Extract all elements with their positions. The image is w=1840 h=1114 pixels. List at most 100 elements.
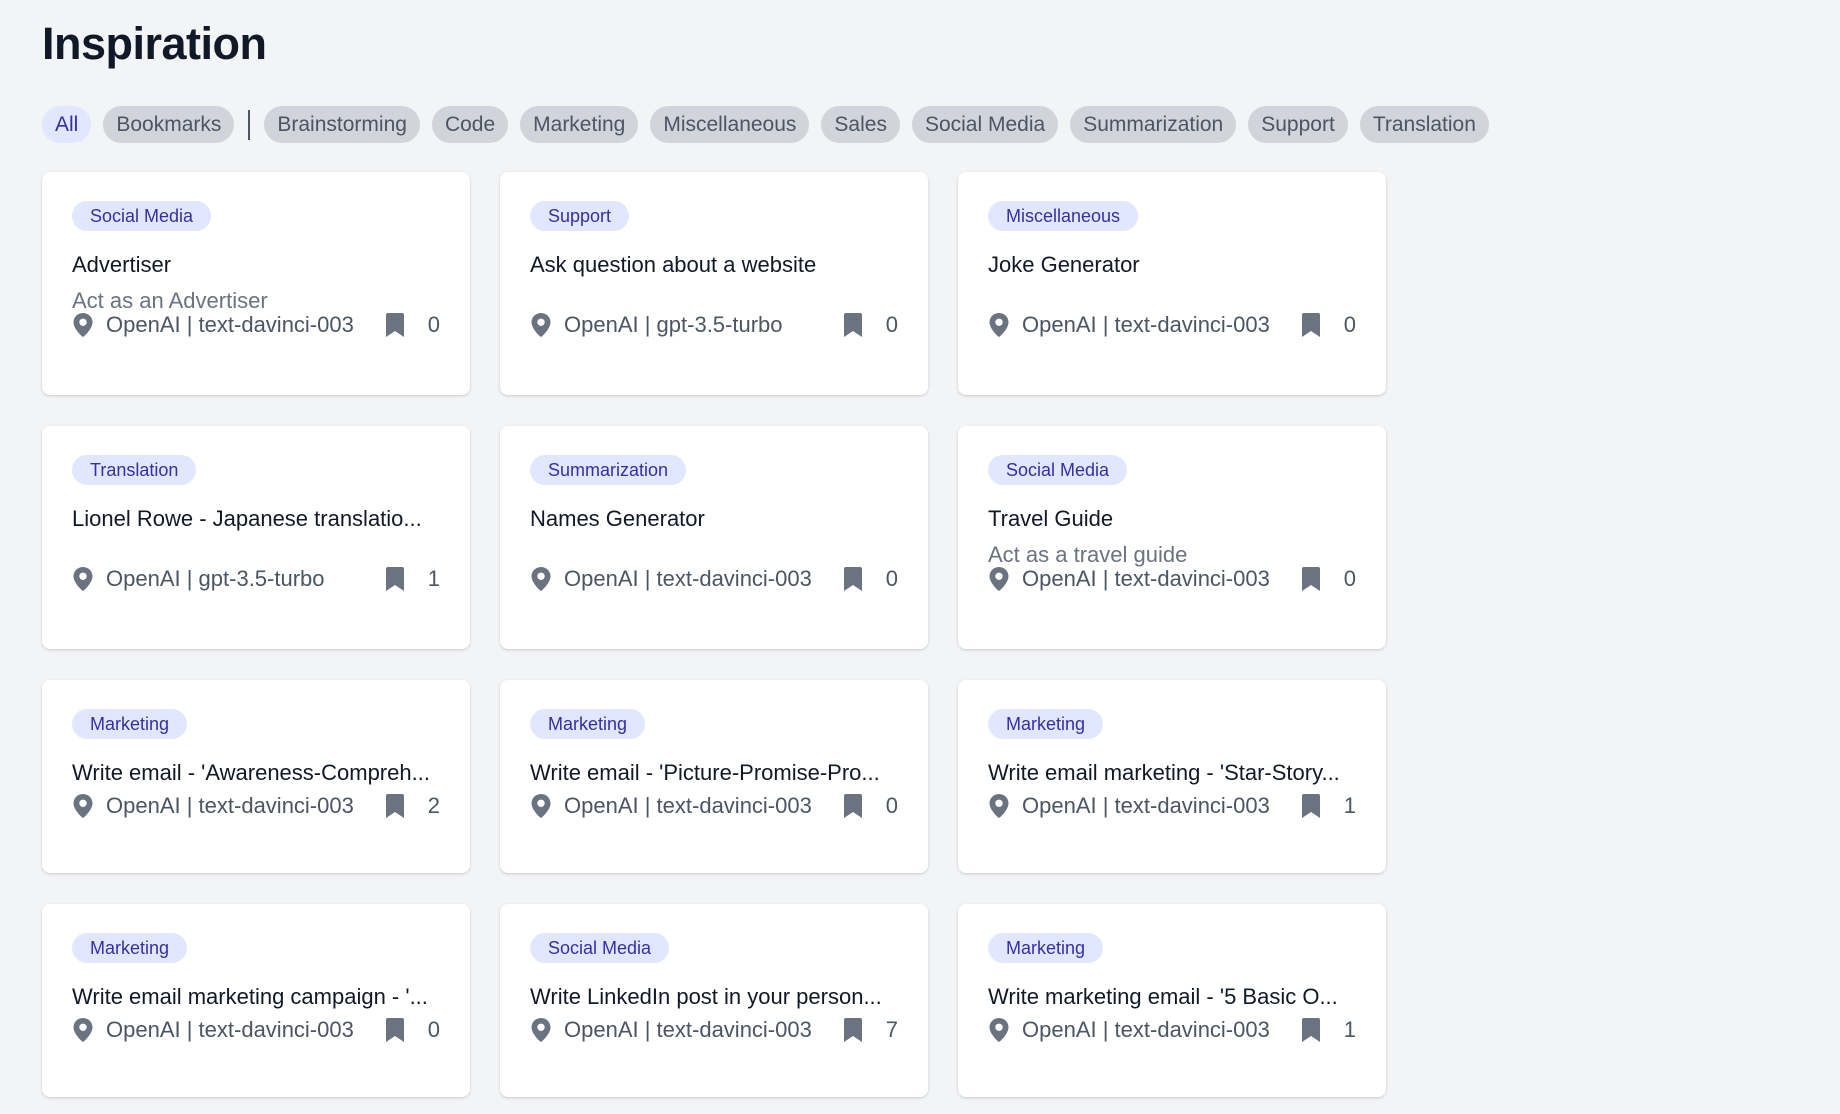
bookmark-count: 0 [885,312,898,337]
prompt-card-grid: Social Media Advertiser Act as an Advert… [42,172,1386,1097]
model-label: OpenAI | text-davinci-003 [1022,312,1270,337]
filter-code[interactable]: Code [431,106,509,143]
prompt-card[interactable]: Social Media Travel Guide Act as a trave… [958,426,1386,649]
prompt-card[interactable]: Marketing Write email - 'Picture-Promise… [500,680,928,873]
bookmark-icon[interactable] [1302,567,1320,591]
category-tag: Social Media [530,933,670,963]
category-tag: Marketing [530,709,646,739]
prompt-card[interactable]: Miscellaneous Joke Generator OpenAI | te… [958,172,1386,395]
filter-bookmarks[interactable]: Bookmarks [103,106,235,143]
category-tag: Social Media [72,201,212,231]
bookmark-count: 0 [427,312,440,337]
model-label: OpenAI | text-davinci-003 [106,1017,354,1042]
prompt-card[interactable]: Social Media Advertiser Act as an Advert… [42,172,470,395]
category-tag: Social Media [988,455,1128,485]
card-title: Joke Generator [988,252,1140,277]
category-tag: Marketing [72,709,188,739]
bookmark-count: 0 [427,1017,440,1042]
card-title: Write email - 'Picture-Promise-Pro... [530,760,880,785]
bookmark-icon[interactable] [1302,1018,1320,1042]
card-title: Write marketing email - '5 Basic O... [988,984,1338,1009]
map-pin-icon [989,313,1009,337]
card-description: Act as an Advertiser [72,288,268,313]
model-label: OpenAI | text-davinci-003 [106,312,354,337]
bookmark-icon[interactable] [1302,313,1320,337]
bookmark-count: 2 [427,793,440,818]
map-pin-icon [531,567,551,591]
card-title: Write email marketing - 'Star-Story... [988,760,1340,785]
category-filter-bar: All Bookmarks Brainstorming Code Marketi… [42,106,1489,143]
map-pin-icon [989,1018,1009,1042]
prompt-card[interactable]: Support Ask question about a website Ope… [500,172,928,395]
prompt-card[interactable]: Marketing Write email marketing campaign… [42,904,470,1097]
category-tag: Miscellaneous [988,201,1139,231]
card-meta: OpenAI | text-davinci-003 0 [988,566,1356,592]
prompt-card[interactable]: Marketing Write email marketing - 'Star-… [958,680,1386,873]
card-meta: OpenAI | text-davinci-003 2 [72,793,440,819]
prompt-card[interactable]: Social Media Write LinkedIn post in your… [500,904,928,1097]
model-label: OpenAI | text-davinci-003 [564,1017,812,1042]
inspiration-page: Inspiration All Bookmarks Brainstorming … [0,0,1840,1114]
prompt-card[interactable]: Summarization Names Generator OpenAI | t… [500,426,928,649]
bookmark-count: 0 [1343,312,1356,337]
prompt-card[interactable]: Marketing Write marketing email - '5 Bas… [958,904,1386,1097]
category-tag: Marketing [988,933,1104,963]
card-title: Advertiser [72,252,172,277]
bookmark-count: 7 [885,1017,898,1042]
map-pin-icon [989,794,1009,818]
card-title: Travel Guide [988,506,1114,531]
bookmark-count: 1 [1343,1017,1356,1042]
filter-all[interactable]: All [42,106,92,143]
filter-brainstorming[interactable]: Brainstorming [264,106,420,143]
card-title: Lionel Rowe - Japanese translatio... [72,506,422,531]
bookmark-icon[interactable] [844,1018,862,1042]
map-pin-icon [73,1018,93,1042]
filter-marketing[interactable]: Marketing [520,106,639,143]
card-meta: OpenAI | gpt-3.5-turbo 1 [72,566,440,592]
map-pin-icon [531,794,551,818]
filter-sales[interactable]: Sales [821,106,900,143]
model-label: OpenAI | text-davinci-003 [1022,793,1270,818]
card-description: Act as a travel guide [988,542,1188,567]
prompt-card[interactable]: Marketing Write email - 'Awareness-Compr… [42,680,470,873]
card-meta: OpenAI | text-davinci-003 0 [72,312,440,338]
bookmark-icon[interactable] [1302,794,1320,818]
model-label: OpenAI | gpt-3.5-turbo [564,312,783,337]
card-title: Write LinkedIn post in your person... [530,984,882,1009]
model-label: OpenAI | text-davinci-003 [564,566,812,591]
card-meta: OpenAI | text-davinci-003 7 [530,1017,898,1043]
model-label: OpenAI | text-davinci-003 [1022,566,1270,591]
map-pin-icon [531,1018,551,1042]
map-pin-icon [73,794,93,818]
category-tag: Marketing [72,933,188,963]
bookmark-count: 1 [1343,793,1356,818]
bookmark-icon[interactable] [386,794,404,818]
model-label: OpenAI | text-davinci-003 [1022,1017,1270,1042]
filter-miscellaneous[interactable]: Miscellaneous [650,106,810,143]
bookmark-icon[interactable] [386,1018,404,1042]
page-title: Inspiration [42,18,267,69]
model-label: OpenAI | gpt-3.5-turbo [106,566,325,591]
category-tag: Translation [72,455,197,485]
filter-support[interactable]: Support [1248,106,1348,143]
prompt-card[interactable]: Translation Lionel Rowe - Japanese trans… [42,426,470,649]
card-meta: OpenAI | text-davinci-003 0 [530,566,898,592]
card-meta: OpenAI | gpt-3.5-turbo 0 [530,312,898,338]
bookmark-icon[interactable] [386,313,404,337]
card-meta: OpenAI | text-davinci-003 1 [988,1017,1356,1043]
category-tag: Marketing [988,709,1104,739]
model-label: OpenAI | text-davinci-003 [106,793,354,818]
bookmark-icon[interactable] [844,794,862,818]
filter-summarization[interactable]: Summarization [1070,106,1237,143]
bookmark-icon[interactable] [386,567,404,591]
card-title: Write email marketing campaign - '... [72,984,428,1009]
filter-translation[interactable]: Translation [1359,106,1489,143]
map-pin-icon [531,313,551,337]
card-meta: OpenAI | text-davinci-003 0 [988,312,1356,338]
bookmark-icon[interactable] [844,313,862,337]
bookmark-count: 0 [885,793,898,818]
bookmark-count: 0 [885,566,898,591]
bookmark-icon[interactable] [844,567,862,591]
filter-divider [248,109,251,140]
filter-social-media[interactable]: Social Media [911,106,1059,143]
